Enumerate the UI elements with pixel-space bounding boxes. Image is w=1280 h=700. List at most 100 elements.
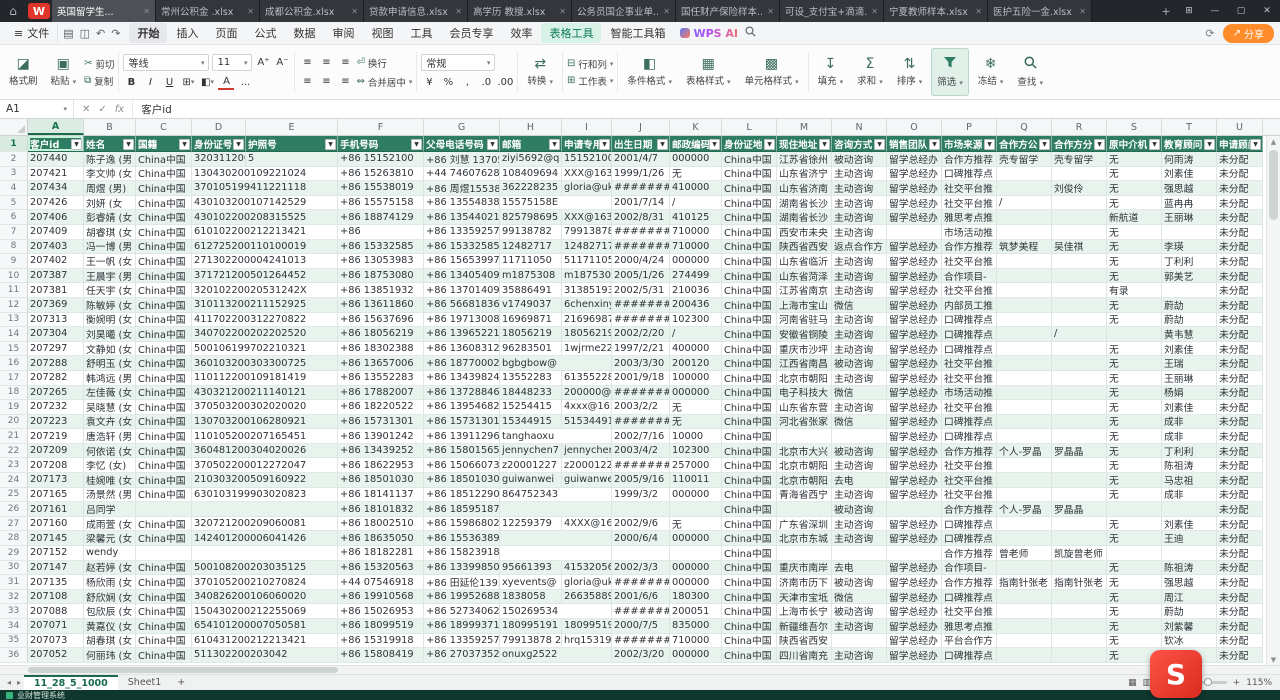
header-cell[interactable]: 邮箱▼ [500, 136, 562, 152]
cell[interactable]: +86 15575158 [338, 196, 424, 211]
row-number[interactable]: 29 [0, 546, 28, 561]
column-header-M[interactable]: M [777, 119, 832, 135]
cell[interactable]: 370502200012272047 [192, 458, 338, 473]
filter-dropdown[interactable]: ▼ [549, 139, 560, 150]
cell[interactable]: +86 1851229020 [424, 488, 500, 503]
cell[interactable]: 吴晓慧 (女 [84, 400, 136, 415]
cell[interactable] [997, 473, 1052, 488]
cell[interactable]: 200051 [670, 604, 722, 619]
cell[interactable]: 未分配 [1217, 604, 1263, 619]
cell[interactable]: 257000 [670, 458, 722, 473]
cell[interactable]: 强思越 [1162, 181, 1217, 196]
cell[interactable]: 成非 [1162, 488, 1217, 503]
cell[interactable]: China中国 [722, 210, 777, 225]
cell[interactable]: China中国 [722, 575, 777, 590]
cell[interactable]: +86 15536389 [424, 531, 500, 546]
column-header-I[interactable]: I [562, 119, 612, 135]
cell[interactable]: 王瑞 [1162, 356, 1217, 371]
cell[interactable]: 未分配 [1217, 152, 1263, 167]
cell[interactable] [997, 327, 1052, 342]
cell[interactable]: xyevents@ [500, 575, 562, 590]
cell[interactable]: 100000 [670, 371, 722, 386]
cell[interactable]: 何丽玮 (女 [84, 648, 136, 663]
cell[interactable]: 个人-罗晶 [997, 444, 1052, 459]
cell[interactable]: 被动咨询 [832, 444, 887, 459]
number-format-select[interactable]: 常规▾ [421, 54, 495, 71]
cell[interactable]: 留学总经办 [887, 313, 942, 328]
cell[interactable]: China中国 [722, 313, 777, 328]
header-cell[interactable]: 申请专用▼ [562, 136, 612, 152]
cell[interactable] [832, 634, 887, 649]
align-left-icon[interactable]: ≡ [299, 74, 315, 90]
cell[interactable]: 未分配 [1217, 283, 1263, 298]
row-number[interactable]: 24 [0, 473, 28, 488]
cell[interactable]: 274499 [670, 269, 722, 284]
cell[interactable]: +86 18220522 [338, 400, 424, 415]
cell[interactable] [997, 225, 1052, 240]
cell[interactable]: 山东省东营 [777, 400, 832, 415]
filter-dropdown[interactable]: ▼ [984, 139, 995, 150]
cell[interactable]: 无 [1107, 181, 1162, 196]
wps-logo-icon[interactable]: W [28, 3, 50, 19]
cell[interactable]: 180995191 [562, 619, 612, 634]
cell[interactable]: +86 17882007 [338, 386, 424, 401]
cell[interactable]: 410000 [670, 181, 722, 196]
cell[interactable]: 207209 [28, 444, 84, 459]
cell[interactable]: 18056219 [500, 327, 562, 342]
cell[interactable]: 000000 [670, 648, 722, 663]
cell[interactable]: 654101200007050581 [192, 619, 338, 634]
cell[interactable]: 主动咨询 [832, 458, 887, 473]
document-tab[interactable]: 公务员国企事业单...✕ [572, 0, 676, 22]
cell[interactable]: 无 [1107, 196, 1162, 211]
cell[interactable]: 415320563 [562, 561, 612, 576]
cell[interactable]: 无 [1107, 342, 1162, 357]
row-number[interactable]: 6 [0, 210, 28, 225]
cell[interactable]: 钦冰 [1162, 634, 1217, 649]
cell[interactable]: 210036 [670, 283, 722, 298]
cell[interactable]: +86 18635050 [338, 531, 424, 546]
cell[interactable]: 杨欣雨 (女 [84, 575, 136, 590]
cancel-entry-icon[interactable]: ✕ [82, 104, 90, 115]
cell[interactable]: 216969871 2 [562, 313, 612, 328]
cell[interactable]: 主动咨询 [832, 167, 887, 182]
cell[interactable]: China中国 [722, 634, 777, 649]
cell[interactable]: 成非 [1162, 415, 1217, 430]
cell[interactable]: 王丽琳 [1162, 371, 1217, 386]
cell[interactable]: China中国 [136, 488, 192, 503]
name-box[interactable]: A1▾ [0, 100, 74, 118]
cell[interactable]: jennychen7 [500, 444, 562, 459]
fill-color-button[interactable]: ◧▾ [199, 74, 215, 90]
cell[interactable]: +86 1354402193 [424, 210, 500, 225]
cell[interactable]: 主动咨询 [832, 488, 887, 503]
align-center-icon[interactable]: ≡ [318, 74, 334, 90]
cell[interactable]: 成非 [1162, 429, 1217, 444]
copy-button[interactable]: ⧉复制 [84, 74, 114, 88]
cell[interactable]: +86 1971300890 [424, 313, 500, 328]
cell[interactable]: ######## [612, 225, 670, 240]
cell[interactable]: 未分配 [1217, 210, 1263, 225]
cell[interactable] [1107, 546, 1162, 561]
cell[interactable]: 口碑推荐点 [942, 517, 997, 532]
cell[interactable]: 207403 [28, 240, 84, 255]
cell[interactable]: China中国 [136, 167, 192, 182]
cell[interactable]: 山东省菏泽 [777, 269, 832, 284]
cell[interactable]: 2003/4/2 [612, 444, 670, 459]
filter-dropdown[interactable]: ▼ [1250, 139, 1261, 150]
cell[interactable]: 留学总经办 [887, 371, 942, 386]
cell[interactable]: v1749037 [500, 298, 562, 313]
cell[interactable]: 410125 [670, 210, 722, 225]
cell[interactable]: China中国 [722, 561, 777, 576]
cell[interactable]: 陈敏婷 (女 [84, 298, 136, 313]
cell[interactable]: +86 13851932 [338, 283, 424, 298]
insert-function-icon[interactable]: fx [115, 104, 124, 115]
cell[interactable]: 强思越 [1162, 575, 1217, 590]
document-tab[interactable]: 宁夏教师样本.xlsx✕ [884, 0, 988, 22]
header-cell[interactable]: 国籍▼ [136, 136, 192, 152]
cell[interactable]: 口碑推荐点 [942, 327, 997, 342]
cell[interactable]: +86 1533258500 [424, 240, 500, 255]
cell[interactable]: 微信 [832, 415, 887, 430]
cell[interactable]: 207288 [28, 356, 84, 371]
cell[interactable]: 胡春琪 (女 [84, 634, 136, 649]
cell[interactable]: / [670, 327, 722, 342]
row-number[interactable]: 10 [0, 269, 28, 284]
